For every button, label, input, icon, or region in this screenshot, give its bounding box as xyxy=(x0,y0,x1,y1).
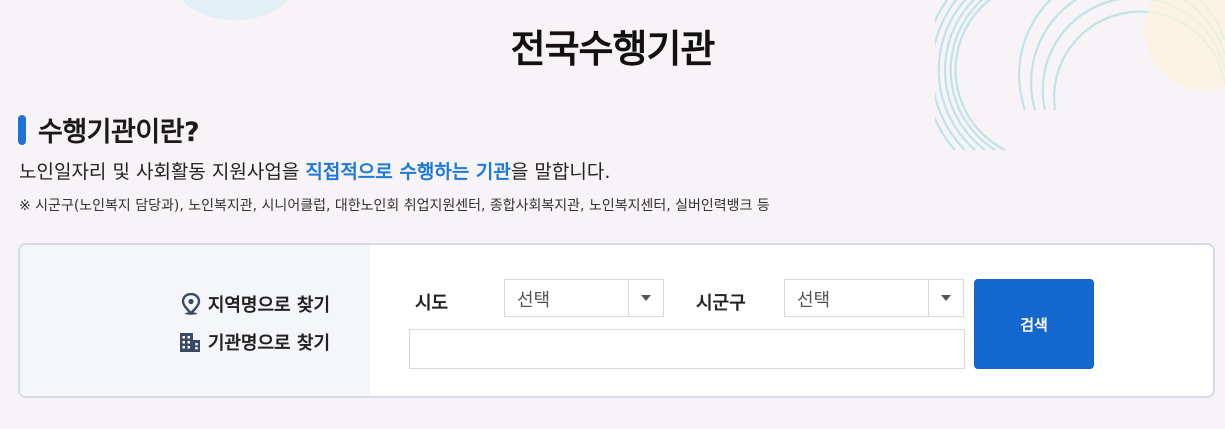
agency-name-input[interactable] xyxy=(409,329,965,369)
page-title: 전국수행기관 xyxy=(510,27,716,71)
search-by-region-link[interactable]: 지역명으로 찾기 xyxy=(181,291,330,317)
sigungu-label: 시군구 xyxy=(696,293,746,314)
sido-select[interactable]: 선택 xyxy=(504,279,664,317)
search-by-agency-link[interactable]: 기관명으로 찾기 xyxy=(179,329,330,355)
description-highlight: 직접적으로 수행하는 기관 xyxy=(305,161,511,183)
description-suffix: 을 말합니다. xyxy=(510,161,611,183)
agency-types-note: ※ 시군구(노인복지 담당과), 노인복지관, 시니어클럽, 대한노인회 취업지… xyxy=(19,198,770,214)
search-button[interactable]: 검색 xyxy=(974,279,1094,369)
sido-selected-value: 선택 xyxy=(517,290,551,311)
sigungu-select[interactable]: 선택 xyxy=(784,279,964,317)
decorative-blob xyxy=(175,0,295,20)
search-by-agency-label: 기관명으로 찾기 xyxy=(207,333,330,354)
building-icon xyxy=(179,333,200,352)
chevron-down-icon xyxy=(928,280,963,316)
section-heading-text: 수행기관이란? xyxy=(38,117,200,148)
description-text: 노인일자리 및 사회활동 지원사업을 직접적으로 수행하는 기관을 말합니다. xyxy=(19,157,610,184)
sigungu-selected-value: 선택 xyxy=(797,290,831,311)
section-heading: 수행기관이란? xyxy=(18,110,200,149)
description-prefix: 노인일자리 및 사회활동 지원사업을 xyxy=(19,161,306,183)
search-by-region-label: 지역명으로 찾기 xyxy=(207,295,330,316)
sido-label: 시도 xyxy=(415,293,449,314)
chevron-down-icon xyxy=(628,280,663,316)
heading-accent-bar xyxy=(18,114,26,145)
search-mode-panel: 지역명으로 찾기 기관명으로 찾기 xyxy=(20,245,370,396)
location-pin-icon xyxy=(181,293,201,315)
search-panel: 지역명으로 찾기 기관명으로 찾기 시도 선택 시군구 선택 검색 xyxy=(18,243,1215,398)
